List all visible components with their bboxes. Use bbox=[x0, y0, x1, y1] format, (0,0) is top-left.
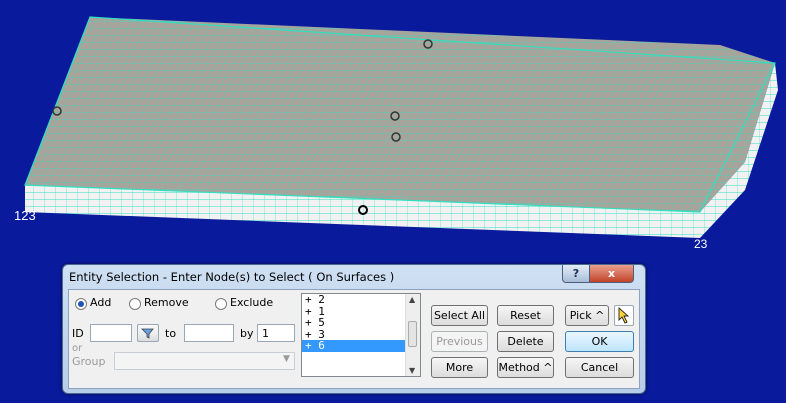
selection-list[interactable]: + 2 + 1 + 5 + 3 + 6 ▲ ▼ bbox=[301, 293, 421, 377]
list-item[interactable]: + 2 bbox=[302, 294, 420, 306]
help-button[interactable]: ? bbox=[562, 265, 590, 283]
entity-selection-dialog: Entity Selection - Enter Node(s) to Sele… bbox=[62, 264, 646, 394]
dialog-title: Entity Selection - Enter Node(s) to Sele… bbox=[69, 270, 395, 284]
filter-icon[interactable] bbox=[137, 324, 159, 342]
reset-button[interactable]: Reset bbox=[497, 305, 554, 326]
list-item-selected[interactable]: + 6 bbox=[302, 340, 420, 352]
pick-cursor-icon[interactable] bbox=[614, 305, 634, 326]
pick-button[interactable]: Pick ^ bbox=[565, 305, 609, 326]
exclude-radio[interactable] bbox=[215, 298, 227, 310]
scroll-up-icon[interactable]: ▲ bbox=[409, 295, 415, 304]
axis-triad-left: 123 bbox=[14, 208, 36, 223]
method-button[interactable]: Method ^ bbox=[497, 357, 554, 378]
id-step-input[interactable]: 1 bbox=[257, 324, 295, 342]
scroll-down-icon[interactable]: ▼ bbox=[409, 366, 415, 375]
chevron-down-icon: ▼ bbox=[283, 354, 290, 364]
ok-button[interactable]: OK bbox=[565, 331, 634, 352]
exclude-label: Exclude bbox=[230, 296, 274, 309]
to-label: to bbox=[165, 327, 177, 340]
close-button[interactable]: x bbox=[589, 265, 634, 283]
list-item[interactable]: + 5 bbox=[302, 317, 420, 329]
group-label: Group bbox=[72, 355, 106, 368]
id-end-input[interactable] bbox=[184, 324, 234, 342]
or-label: or bbox=[72, 343, 83, 354]
by-label: by bbox=[240, 327, 254, 340]
add-radio[interactable] bbox=[75, 298, 87, 310]
add-label: Add bbox=[90, 296, 112, 309]
more-button[interactable]: More bbox=[431, 357, 488, 378]
list-scrollbar[interactable]: ▲ ▼ bbox=[405, 294, 420, 376]
cancel-button[interactable]: Cancel bbox=[565, 357, 634, 378]
previous-button[interactable]: Previous bbox=[431, 331, 488, 352]
plate-top-surface bbox=[25, 17, 775, 212]
mesh-plate bbox=[24, 16, 778, 238]
scroll-thumb[interactable] bbox=[408, 321, 417, 347]
remove-label: Remove bbox=[144, 296, 189, 309]
id-start-input[interactable] bbox=[90, 324, 132, 342]
remove-radio[interactable] bbox=[129, 298, 141, 310]
group-select[interactable] bbox=[114, 352, 295, 370]
axis-triad-right: 23 bbox=[694, 237, 708, 251]
id-label: ID bbox=[72, 327, 84, 340]
dialog-client-area: Add Remove Exclude ID to by 1 or Group ▼… bbox=[68, 289, 640, 389]
delete-button[interactable]: Delete bbox=[497, 331, 554, 352]
select-all-button[interactable]: Select All bbox=[431, 305, 488, 326]
